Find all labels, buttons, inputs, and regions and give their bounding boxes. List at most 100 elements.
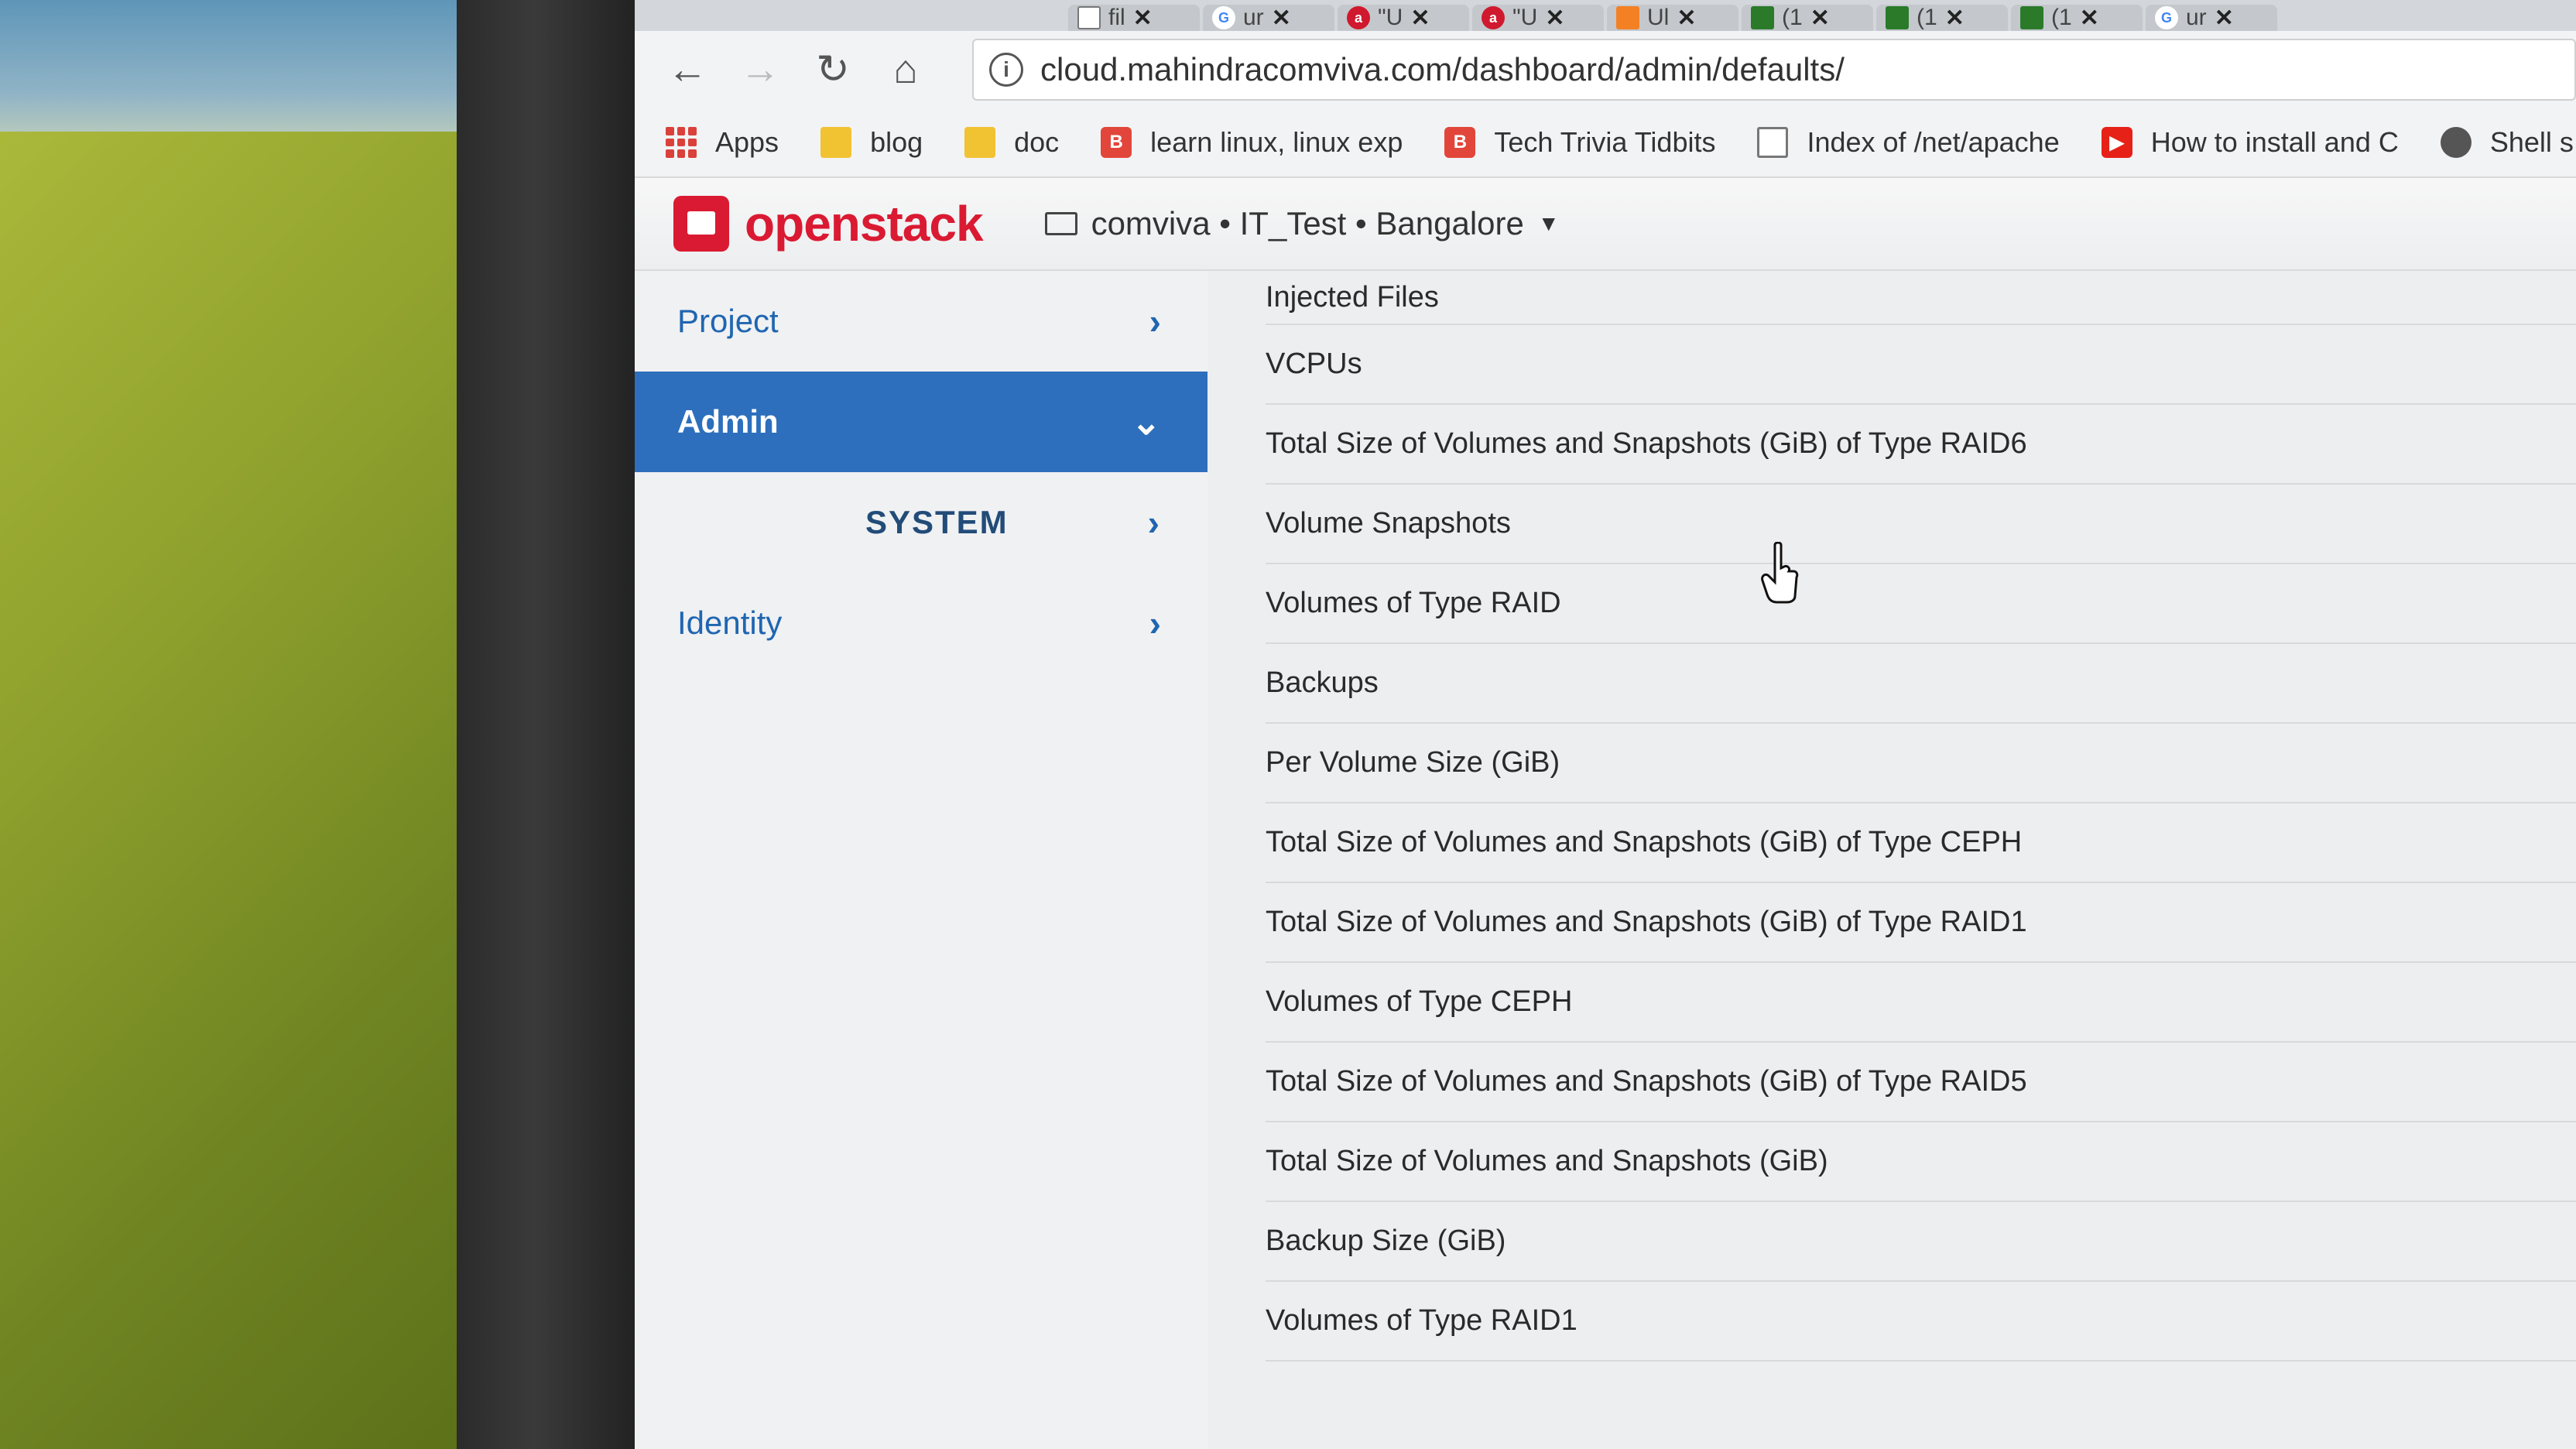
back-arrow-icon[interactable]: ← [666, 46, 709, 93]
close-icon[interactable]: ✕ [2215, 5, 2234, 32]
bookmark-apps[interactable]: Apps [666, 126, 779, 159]
sidebar-item-identity[interactable]: Identity › [635, 573, 1208, 673]
apps-grid-icon [666, 127, 697, 158]
folder-icon [820, 127, 852, 158]
close-icon[interactable]: ✕ [1272, 5, 1291, 32]
caret-down-icon: ▼ [1537, 211, 1560, 235]
bookmark-label: blog [870, 126, 923, 158]
tab-label: ur [1243, 5, 1264, 30]
google-icon: G [1212, 6, 1235, 29]
openstack-logo-icon [673, 196, 729, 252]
browser-window: fil ✕ G ur ✕ a "U ✕ a "U ✕ Ul ✕ (1 ✕ (1 … [635, 0, 2576, 1449]
brand-name: openstack [745, 196, 984, 252]
ask-icon: a [1482, 6, 1505, 29]
superuser-icon [1751, 6, 1774, 29]
chevron-right-icon: › [1149, 603, 1161, 643]
background-wall [0, 132, 480, 1449]
quota-row: Total Size of Volumes and Snapshots (GiB… [1266, 1122, 2576, 1202]
tab-label: (1 [2051, 5, 2072, 30]
sidebar-item-admin[interactable]: Admin ⌄ [635, 372, 1208, 472]
tab-label: Ul [1647, 5, 1670, 30]
browser-tab[interactable]: fil ✕ [1068, 5, 1200, 31]
hand-cursor-icon [1761, 542, 1799, 604]
tab-strip: fil ✕ G ur ✕ a "U ✕ a "U ✕ Ul ✕ (1 ✕ (1 … [635, 0, 2576, 31]
quota-row: Total Size of Volumes and Snapshots (GiB… [1266, 803, 2576, 883]
quota-row: Injected Files [1266, 271, 2576, 325]
bookmark-label: learn linux, linux exp [1150, 126, 1403, 158]
shell-icon [2440, 127, 2472, 158]
browser-tab[interactable]: a "U ✕ [1472, 5, 1604, 31]
sidebar-item-label: Admin [677, 403, 779, 440]
file-icon [1077, 6, 1101, 29]
tab-label: (1 [1782, 5, 1803, 30]
monitor-bezel [457, 0, 650, 1449]
bookmark-blog[interactable]: blog [820, 126, 923, 159]
bookmark-shell[interactable]: Shell s [2440, 126, 2574, 159]
bookmark-label: doc [1014, 126, 1060, 158]
page-icon [1757, 127, 1789, 158]
close-icon[interactable]: ✕ [2080, 5, 2099, 32]
tab-label: (1 [1917, 5, 1937, 30]
browser-tab[interactable]: (1 ✕ [2011, 5, 2143, 31]
chevron-down-icon: ⌄ [1131, 402, 1161, 442]
close-icon[interactable]: ✕ [1133, 5, 1153, 32]
bookmark-how-to-install[interactable]: ▶ How to install and C [2101, 126, 2399, 159]
quota-row: Backup Size (GiB) [1266, 1202, 2576, 1282]
blogger-icon: B [1444, 127, 1476, 158]
project-icon [1044, 212, 1077, 235]
quota-row: Total Size of Volumes and Snapshots (GiB… [1266, 405, 2576, 485]
close-icon[interactable]: ✕ [1545, 5, 1564, 32]
sidebar-item-project[interactable]: Project › [635, 271, 1208, 372]
stack-overflow-icon [1616, 6, 1639, 29]
quota-list: Injected Files VCPUs Total Size of Volum… [1208, 271, 2576, 1449]
quota-row: VCPUs [1266, 325, 2576, 405]
sidebar: Project › Admin ⌄ SYSTEM › Identity › [635, 271, 1208, 1449]
url-text[interactable]: cloud.mahindracomviva.com/dashboard/admi… [1040, 51, 1845, 88]
quota-row: Per Volume Size (GiB) [1266, 724, 2576, 803]
blogger-icon: B [1101, 127, 1132, 158]
info-icon[interactable]: i [989, 53, 1023, 87]
sidebar-item-label: Project [677, 303, 779, 339]
quota-row: Volumes of Type RAID1 [1266, 1282, 2576, 1362]
bookmark-learn-linux[interactable]: B learn linux, linux exp [1101, 126, 1403, 159]
browser-tab[interactable]: G ur ✕ [2146, 5, 2277, 31]
close-icon[interactable]: ✕ [1410, 5, 1430, 32]
chevron-right-icon: › [1149, 301, 1161, 341]
browser-tab[interactable]: a "U ✕ [1338, 5, 1469, 31]
bookmark-label: Tech Trivia Tidbits [1494, 126, 1716, 158]
bookmark-doc[interactable]: doc [964, 126, 1059, 159]
bookmark-tech-trivia[interactable]: B Tech Trivia Tidbits [1444, 126, 1715, 159]
browser-tab[interactable]: (1 ✕ [1876, 5, 2008, 31]
quota-row: Total Size of Volumes and Snapshots (GiB… [1266, 883, 2576, 963]
bookmark-label: Shell s [2489, 126, 2574, 158]
close-icon[interactable]: ✕ [1945, 5, 1965, 32]
tab-label: "U [1378, 5, 1403, 30]
sidebar-item-system[interactable]: SYSTEM › [635, 472, 1208, 573]
brand[interactable]: openstack [673, 195, 984, 252]
address-bar[interactable]: i cloud.mahindracomviva.com/dashboard/ad… [972, 39, 2576, 101]
close-icon[interactable]: ✕ [1677, 5, 1696, 32]
quota-row: Total Size of Volumes and Snapshots (GiB… [1266, 1043, 2576, 1122]
ask-icon: a [1347, 6, 1370, 29]
bookmarks-bar: Apps blog doc B learn linux, linux exp B… [635, 108, 2576, 178]
browser-tab[interactable]: G ur ✕ [1203, 5, 1334, 31]
sidebar-item-label: SYSTEM [865, 504, 1009, 540]
close-icon[interactable]: ✕ [1810, 5, 1830, 32]
superuser-icon [1886, 6, 1909, 29]
quota-row: Volume Snapshots [1266, 485, 2576, 564]
sidebar-item-label: Identity [677, 605, 783, 641]
home-icon[interactable]: ⌂ [884, 46, 927, 93]
chevron-right-icon: › [1147, 502, 1161, 543]
superuser-icon [2020, 6, 2043, 29]
quota-row: Volumes of Type CEPH [1266, 963, 2576, 1043]
bookmark-index-apache[interactable]: Index of /net/apache [1757, 126, 2060, 159]
bookmark-label: Apps [715, 126, 779, 158]
project-context-selector[interactable]: comviva • IT_Test • Bangalore ▼ [1044, 205, 1560, 242]
tab-label: ur [2186, 5, 2207, 30]
forward-arrow-icon[interactable]: → [738, 46, 782, 93]
quota-row: Volumes of Type RAID [1266, 564, 2576, 644]
browser-tab[interactable]: Ul ✕ [1607, 5, 1738, 31]
reload-icon[interactable]: ↻ [811, 46, 855, 93]
bookmark-label: Index of /net/apache [1807, 126, 2060, 158]
browser-tab[interactable]: (1 ✕ [1742, 5, 1873, 31]
